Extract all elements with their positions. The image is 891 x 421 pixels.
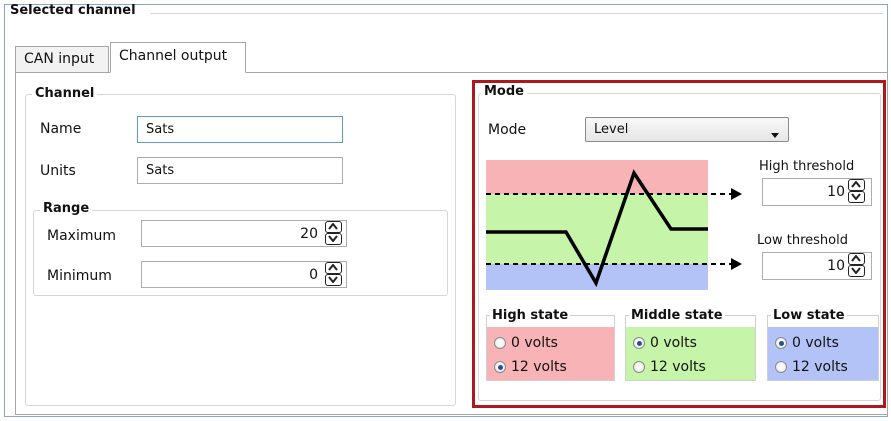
low-state-12v-radio[interactable]: 12 volts	[775, 359, 848, 375]
level-diagram	[486, 160, 742, 290]
minimum-stepper[interactable]	[325, 262, 342, 286]
high-state-12v-radio[interactable]: 12 volts	[494, 359, 567, 375]
high-threshold-label: High threshold	[759, 159, 855, 174]
middle-state-0v-label: 0 volts	[650, 335, 697, 351]
radio-icon[interactable]	[775, 337, 787, 349]
radio-icon[interactable]	[494, 337, 506, 349]
mode-select-value: Level	[594, 122, 629, 137]
low-state-0v-label: 0 volts	[792, 335, 839, 351]
name-field[interactable]: Sats	[137, 116, 343, 143]
high-state-12v-label: 12 volts	[511, 359, 567, 375]
maximum-label: Maximum	[47, 228, 116, 244]
up-arrow-icon[interactable]	[325, 262, 342, 274]
mode-label: Mode	[488, 122, 527, 138]
name-label: Name	[40, 121, 82, 137]
units-field[interactable]: Sats	[137, 157, 343, 184]
down-arrow-icon[interactable]	[848, 191, 865, 203]
chevron-down-icon	[771, 127, 779, 142]
up-arrow-icon[interactable]	[325, 221, 342, 233]
mode-legend: Mode	[481, 84, 527, 99]
radio-icon[interactable]	[775, 361, 787, 373]
channel-legend: Channel	[32, 86, 98, 101]
low-state-12v-label: 12 volts	[792, 359, 848, 375]
tab-channel-output[interactable]: Channel output	[110, 42, 246, 73]
arrow-right-icon	[731, 258, 742, 270]
high-state-0v-radio[interactable]: 0 volts	[494, 335, 558, 351]
up-arrow-icon[interactable]	[848, 253, 865, 265]
high-zone	[486, 160, 708, 194]
maximum-field[interactable]: 20	[141, 220, 347, 247]
high-threshold-stepper[interactable]	[848, 179, 865, 203]
radio-icon[interactable]	[633, 361, 645, 373]
units-label: Units	[40, 163, 76, 179]
radio-icon[interactable]	[494, 361, 506, 373]
arrow-right-icon	[731, 188, 742, 200]
middle-state-0v-radio[interactable]: 0 volts	[633, 335, 697, 351]
radio-icon[interactable]	[633, 337, 645, 349]
down-arrow-icon[interactable]	[325, 274, 342, 286]
minimum-label: Minimum	[47, 268, 112, 284]
middle-state-12v-radio[interactable]: 12 volts	[633, 359, 706, 375]
down-arrow-icon[interactable]	[848, 265, 865, 277]
range-legend: Range	[40, 201, 93, 216]
low-state-title: Low state	[771, 308, 847, 323]
down-arrow-icon[interactable]	[325, 233, 342, 245]
maximum-stepper[interactable]	[325, 221, 342, 245]
low-state-0v-radio[interactable]: 0 volts	[775, 335, 839, 351]
group-title: Selected channel	[10, 3, 136, 18]
low-threshold-label: Low threshold	[757, 233, 848, 248]
high-state-0v-label: 0 volts	[511, 335, 558, 351]
low-threshold-stepper[interactable]	[848, 253, 865, 277]
middle-state-title: Middle state	[629, 308, 725, 323]
group-title-divider	[150, 13, 883, 14]
tab-can-input[interactable]: CAN input	[15, 46, 109, 72]
up-arrow-icon[interactable]	[848, 179, 865, 191]
minimum-field[interactable]: 0	[141, 261, 347, 288]
mode-select[interactable]: Level	[585, 117, 789, 142]
high-state-title: High state	[490, 308, 571, 323]
middle-state-12v-label: 12 volts	[650, 359, 706, 375]
